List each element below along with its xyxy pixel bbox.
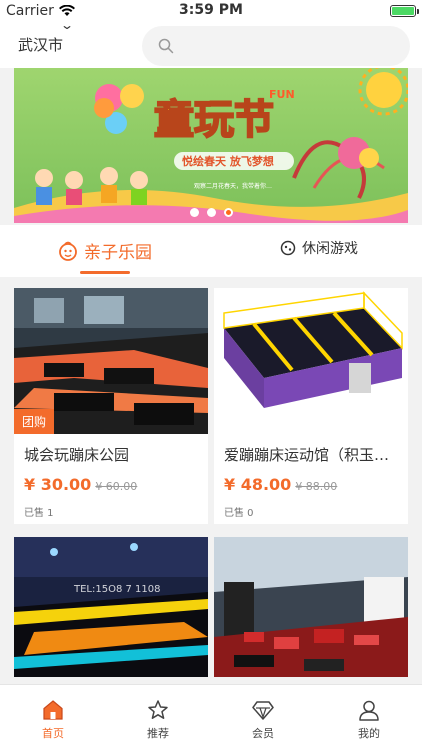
category-tabs: 亲子乐园 休闲游戏 bbox=[0, 225, 422, 277]
image-watermark: TEL:15O8 7 1108 bbox=[73, 584, 161, 595]
product-card[interactable]: TEL:15O8 7 1108 bbox=[14, 537, 208, 677]
banner-slogan: 悦绘春天 放飞梦想 bbox=[182, 154, 274, 168]
bottom-tab-bar: 首页 推荐 会员 我的 bbox=[0, 684, 422, 750]
promo-banner[interactable]: 童玩节 FUN 悦绘春天 放飞梦想 观察二月花春天，我带着你… bbox=[14, 68, 408, 223]
product-name: 爱蹦蹦床运动馆（积玉… bbox=[224, 446, 390, 464]
banner-small-text: 观察二月花春天，我带着你… bbox=[194, 182, 272, 190]
current-price: ¥ 48.00 bbox=[224, 475, 292, 494]
diamond-icon bbox=[252, 701, 274, 720]
product-image: TEL:15O8 7 1108 bbox=[14, 537, 208, 677]
banner-dot[interactable] bbox=[206, 208, 216, 217]
product-image bbox=[214, 288, 408, 434]
gamepad-icon bbox=[280, 240, 296, 256]
tabbar-label: 首页 bbox=[42, 727, 64, 740]
banner-dot-active[interactable] bbox=[223, 208, 233, 217]
tab-label: 休闲游戏 bbox=[302, 241, 358, 257]
sold-count: 已售 1 bbox=[24, 508, 54, 519]
tab-leisure-games[interactable]: 休闲游戏 bbox=[280, 238, 358, 258]
banner-dot[interactable] bbox=[189, 208, 199, 217]
product-image bbox=[214, 537, 408, 677]
baby-face-icon bbox=[59, 241, 77, 261]
current-price: ¥ 30.00 bbox=[24, 475, 92, 494]
home-icon bbox=[43, 700, 63, 720]
battery-icon bbox=[390, 5, 419, 17]
star-icon bbox=[148, 700, 168, 719]
original-price: ¥ 88.00 bbox=[295, 480, 338, 493]
product-image: 团购 bbox=[14, 288, 208, 434]
product-name: 城会玩蹦床公园 bbox=[24, 446, 130, 464]
tabbar-recommend[interactable]: 推荐 bbox=[118, 699, 198, 741]
original-price: ¥ 60.00 bbox=[95, 480, 138, 493]
banner-illustration: 童玩节 FUN 悦绘春天 放飞梦想 观察二月花春天，我带着你… bbox=[14, 68, 408, 223]
header: ⌄ 武汉市 bbox=[0, 18, 422, 68]
tabbar-member[interactable]: 会员 bbox=[223, 699, 303, 741]
tabbar-label: 推荐 bbox=[147, 727, 169, 740]
banner-fun: FUN bbox=[269, 88, 295, 101]
user-icon bbox=[359, 700, 379, 721]
active-tab-indicator bbox=[80, 271, 130, 274]
product-card[interactable]: 爱蹦蹦床运动馆（积玉… ¥ 48.00 ¥ 88.00 已售 0 bbox=[214, 288, 408, 524]
tabbar-label: 我的 bbox=[358, 727, 380, 740]
chevron-down-icon[interactable]: ⌄ bbox=[60, 18, 74, 32]
banner-title: 童玩节 bbox=[154, 97, 274, 143]
banner-pagination bbox=[14, 208, 408, 217]
tabbar-home[interactable]: 首页 bbox=[13, 699, 93, 741]
product-price: ¥ 30.00 ¥ 60.00 bbox=[24, 475, 137, 494]
search-input[interactable] bbox=[142, 26, 410, 66]
tab-label: 亲子乐园 bbox=[84, 243, 152, 263]
sold-count: 已售 0 bbox=[224, 508, 254, 519]
tabbar-label: 会员 bbox=[252, 727, 274, 740]
city-selector[interactable]: 武汉市 bbox=[18, 34, 63, 55]
tabbar-mine[interactable]: 我的 bbox=[329, 699, 409, 741]
search-icon bbox=[158, 38, 174, 54]
tab-family-park[interactable]: 亲子乐园 bbox=[58, 238, 152, 263]
product-card[interactable] bbox=[214, 537, 408, 677]
status-time: 3:59 PM bbox=[179, 2, 243, 18]
product-price: ¥ 48.00 ¥ 88.00 bbox=[224, 475, 337, 494]
group-buy-badge: 团购 bbox=[14, 409, 55, 434]
product-card[interactable]: 团购 城会玩蹦床公园 ¥ 30.00 ¥ 60.00 已售 1 bbox=[14, 288, 208, 524]
